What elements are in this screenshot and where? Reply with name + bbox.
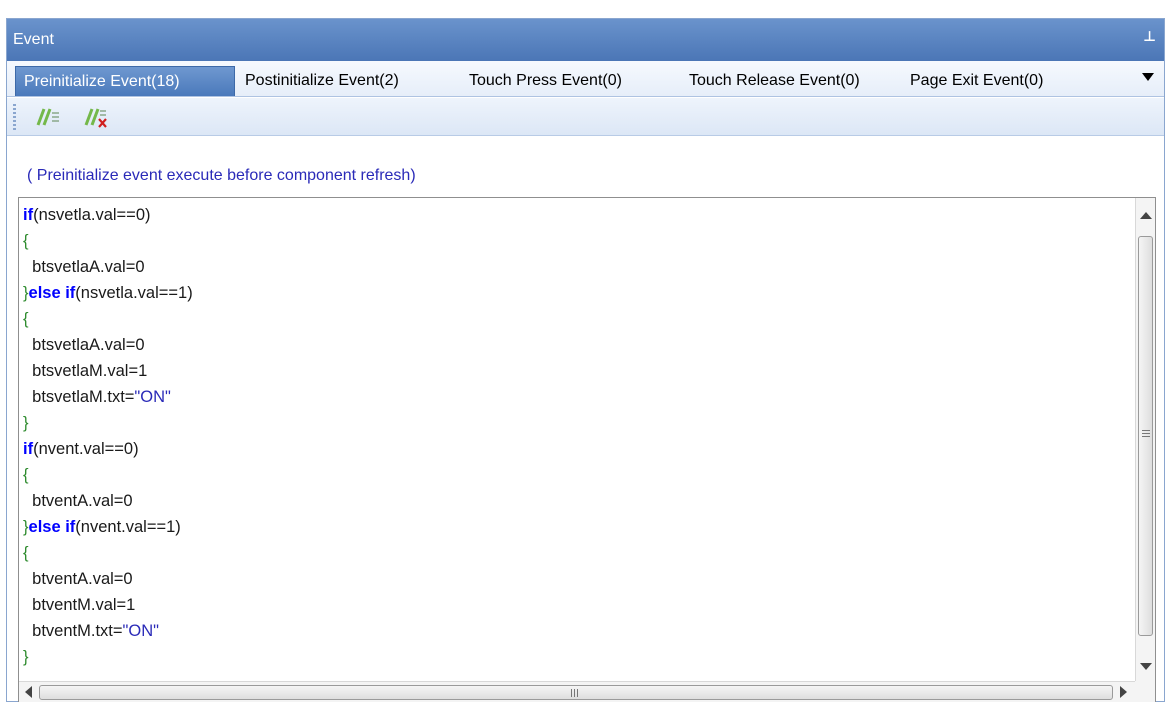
scroll-corner (1135, 681, 1155, 702)
code-line[interactable]: btventM.val=1 (23, 592, 1123, 618)
tab-touch-release-event[interactable]: Touch Release Event(0) (689, 66, 860, 96)
code-line[interactable]: btventA.val=0 (23, 566, 1123, 592)
event-tab-strip: Preinitialize Event(18) Postinitialize E… (7, 61, 1164, 97)
scroll-left-icon[interactable] (25, 686, 32, 698)
panel-title-bar: Event ⊥ (7, 19, 1164, 61)
code-content[interactable]: if(nsvetla.val==0){ btsvetlaA.val=0}else… (23, 202, 1123, 670)
code-line[interactable]: if(nsvetla.val==0) (23, 202, 1123, 228)
code-line[interactable]: btventM.txt="ON" (23, 618, 1123, 644)
tab-label: Touch Press Event(0) (469, 72, 622, 89)
scroll-grip-icon (571, 689, 579, 697)
comment-lines-button[interactable] (33, 103, 61, 131)
toolbar-grip[interactable] (13, 104, 16, 130)
tab-label: Preinitialize Event(18) (24, 72, 180, 90)
horizontal-scroll-thumb[interactable] (39, 685, 1113, 700)
tab-postinitialize-event[interactable]: Postinitialize Event(2) (245, 66, 399, 96)
code-line[interactable]: if(nvent.val==0) (23, 436, 1123, 462)
code-line[interactable]: btventA.val=0 (23, 488, 1123, 514)
event-panel: Event ⊥ Preinitialize Event(18) Postinit… (6, 18, 1165, 702)
code-line[interactable]: { (23, 306, 1123, 332)
code-line[interactable]: btsvetlaA.val=0 (23, 254, 1123, 280)
uncomment-lines-icon (84, 108, 107, 128)
comment-lines-icon (36, 108, 59, 126)
code-line[interactable]: btsvetlaM.txt="ON" (23, 384, 1123, 410)
tab-label: Page Exit Event(0) (910, 72, 1044, 89)
vertical-scrollbar[interactable] (1135, 198, 1155, 681)
code-line[interactable]: btsvetlaM.val=1 (23, 358, 1123, 384)
code-line[interactable]: { (23, 228, 1123, 254)
scroll-up-icon[interactable] (1140, 212, 1152, 219)
scroll-grip-icon (1142, 430, 1150, 438)
code-line[interactable]: }else if(nsvetla.val==1) (23, 280, 1123, 306)
tab-label: Touch Release Event(0) (689, 72, 860, 89)
scroll-down-icon[interactable] (1140, 663, 1152, 670)
tab-overflow-dropdown-icon[interactable] (1142, 73, 1154, 81)
code-line[interactable]: btsvetlaA.val=0 (23, 332, 1123, 358)
tab-page-exit-event[interactable]: Page Exit Event(0) (910, 66, 1043, 96)
scroll-right-icon[interactable] (1120, 686, 1127, 698)
code-line[interactable]: }else if(nvent.val==1) (23, 514, 1123, 540)
code-line[interactable]: { (23, 462, 1123, 488)
uncomment-lines-button[interactable] (81, 103, 109, 131)
event-hint-text: ( Preinitialize event execute before com… (27, 167, 416, 184)
panel-title: Event (13, 31, 54, 48)
tab-preinitialize-event[interactable]: Preinitialize Event(18) (15, 66, 235, 96)
horizontal-scrollbar[interactable] (19, 681, 1136, 702)
code-editor[interactable]: if(nsvetla.val==0){ btsvetlaA.val=0}else… (18, 197, 1156, 702)
code-toolbar (7, 98, 1164, 136)
pin-icon[interactable]: ⊥ (1143, 28, 1156, 45)
code-line[interactable]: } (23, 644, 1123, 670)
code-line[interactable]: } (23, 410, 1123, 436)
code-line[interactable]: { (23, 540, 1123, 566)
vertical-scroll-thumb[interactable] (1138, 236, 1153, 636)
tab-label: Postinitialize Event(2) (245, 72, 399, 89)
tab-touch-press-event[interactable]: Touch Press Event(0) (469, 66, 622, 96)
